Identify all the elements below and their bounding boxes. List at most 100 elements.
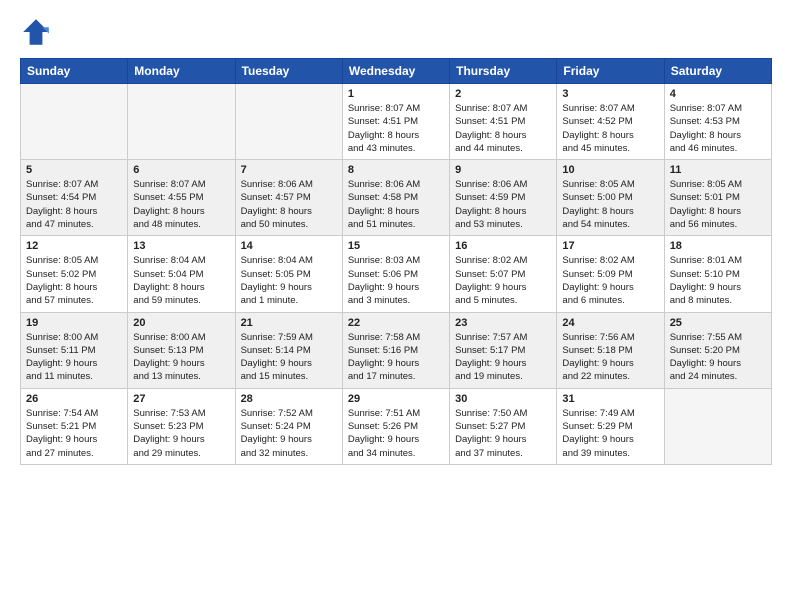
day-info: Sunrise: 8:06 AM Sunset: 4:59 PM Dayligh… xyxy=(455,178,551,231)
week-row-5: 26Sunrise: 7:54 AM Sunset: 5:21 PM Dayli… xyxy=(21,388,772,464)
week-row-4: 19 Sunrise: 8:00 AM Sunset: 5:11 PM Dayli… xyxy=(21,312,772,388)
calendar-cell xyxy=(128,84,235,160)
calendar-cell xyxy=(664,388,771,464)
day-number: 3 xyxy=(562,88,658,100)
day-info: Sunrise: 8:07 AM Sunset: 4:51 PM Dayligh… xyxy=(348,102,444,155)
weekday-header-thursday: Thursday xyxy=(450,59,557,84)
day-number: 10 xyxy=(562,164,658,176)
weekday-header-monday: Monday xyxy=(128,59,235,84)
calendar-cell: 14 Sunrise: 8:04 AM Sunset: 5:05 PM Dayli… xyxy=(235,236,342,312)
calendar-cell: 27Sunrise: 7:53 AM Sunset: 5:23 PM Dayli… xyxy=(128,388,235,464)
calendar-cell: 19 Sunrise: 8:00 AM Sunset: 5:11 PM Dayli… xyxy=(21,312,128,388)
calendar-cell: 15 Sunrise: 8:03 AM Sunset: 5:06 PM Dayli… xyxy=(342,236,449,312)
week-row-2: 5 Sunrise: 8:07 AM Sunset: 4:54 PM Daylig… xyxy=(21,160,772,236)
week-row-1: 1 Sunrise: 8:07 AM Sunset: 4:51 PM Daylig… xyxy=(21,84,772,160)
calendar-cell xyxy=(21,84,128,160)
header xyxy=(20,16,772,48)
day-info: Sunrise: 8:03 AM Sunset: 5:06 PM Dayligh… xyxy=(348,254,444,307)
day-number: 4 xyxy=(670,88,766,100)
day-info: Sunrise: 7:50 AM Sunset: 5:27 PM Dayligh… xyxy=(455,407,551,460)
calendar-cell xyxy=(235,84,342,160)
calendar-cell: 18Sunrise: 8:01 AM Sunset: 5:10 PM Dayli… xyxy=(664,236,771,312)
day-number: 25 xyxy=(670,317,766,329)
calendar-cell: 16 Sunrise: 8:02 AM Sunset: 5:07 PM Dayli… xyxy=(450,236,557,312)
calendar-cell: 21 Sunrise: 7:59 AM Sunset: 5:14 PM Dayli… xyxy=(235,312,342,388)
day-info: Sunrise: 7:56 AM Sunset: 5:18 PM Dayligh… xyxy=(562,331,658,384)
day-number: 22 xyxy=(348,317,444,329)
day-number: 15 xyxy=(348,240,444,252)
calendar-cell: 25 Sunrise: 7:55 AM Sunset: 5:20 PM Dayli… xyxy=(664,312,771,388)
calendar-cell: 22 Sunrise: 7:58 AM Sunset: 5:16 PM Dayli… xyxy=(342,312,449,388)
day-number: 24 xyxy=(562,317,658,329)
day-number: 17 xyxy=(562,240,658,252)
day-info: Sunrise: 8:04 AM Sunset: 5:04 PM Dayligh… xyxy=(133,254,229,307)
day-info: Sunrise: 8:07 AM Sunset: 4:54 PM Dayligh… xyxy=(26,178,122,231)
day-number: 20 xyxy=(133,317,229,329)
day-number: 30 xyxy=(455,393,551,405)
day-number: 13 xyxy=(133,240,229,252)
day-number: 5 xyxy=(26,164,122,176)
day-number: 23 xyxy=(455,317,551,329)
day-number: 21 xyxy=(241,317,337,329)
calendar-cell: 20 Sunrise: 8:00 AM Sunset: 5:13 PM Dayli… xyxy=(128,312,235,388)
day-info: Sunrise: 8:05 AM Sunset: 5:00 PM Dayligh… xyxy=(562,178,658,231)
calendar-cell: 7 Sunrise: 8:06 AM Sunset: 4:57 PM Daylig… xyxy=(235,160,342,236)
day-number: 7 xyxy=(241,164,337,176)
calendar-cell: 30 Sunrise: 7:50 AM Sunset: 5:27 PM Dayli… xyxy=(450,388,557,464)
calendar-cell: 4Sunrise: 8:07 AM Sunset: 4:53 PM Daylig… xyxy=(664,84,771,160)
day-info: Sunrise: 7:52 AM Sunset: 5:24 PM Dayligh… xyxy=(241,407,337,460)
day-number: 12 xyxy=(26,240,122,252)
calendar-cell: 6Sunrise: 8:07 AM Sunset: 4:55 PM Daylig… xyxy=(128,160,235,236)
day-info: Sunrise: 7:59 AM Sunset: 5:14 PM Dayligh… xyxy=(241,331,337,384)
calendar-cell: 5 Sunrise: 8:07 AM Sunset: 4:54 PM Daylig… xyxy=(21,160,128,236)
calendar-cell: 13 Sunrise: 8:04 AM Sunset: 5:04 PM Dayli… xyxy=(128,236,235,312)
page: SundayMondayTuesdayWednesdayThursdayFrid… xyxy=(0,0,792,612)
day-info: Sunrise: 8:06 AM Sunset: 4:57 PM Dayligh… xyxy=(241,178,337,231)
day-number: 14 xyxy=(241,240,337,252)
weekday-header-sunday: Sunday xyxy=(21,59,128,84)
calendar-cell: 31Sunrise: 7:49 AM Sunset: 5:29 PM Dayli… xyxy=(557,388,664,464)
day-number: 28 xyxy=(241,393,337,405)
day-info: Sunrise: 7:57 AM Sunset: 5:17 PM Dayligh… xyxy=(455,331,551,384)
calendar-cell: 1 Sunrise: 8:07 AM Sunset: 4:51 PM Daylig… xyxy=(342,84,449,160)
day-number: 11 xyxy=(670,164,766,176)
weekday-header-row: SundayMondayTuesdayWednesdayThursdayFrid… xyxy=(21,59,772,84)
day-info: Sunrise: 7:55 AM Sunset: 5:20 PM Dayligh… xyxy=(670,331,766,384)
day-info: Sunrise: 7:49 AM Sunset: 5:29 PM Dayligh… xyxy=(562,407,658,460)
day-number: 9 xyxy=(455,164,551,176)
calendar-cell: 23 Sunrise: 7:57 AM Sunset: 5:17 PM Dayli… xyxy=(450,312,557,388)
calendar-cell: 2Sunrise: 8:07 AM Sunset: 4:51 PM Daylig… xyxy=(450,84,557,160)
calendar-cell: 12Sunrise: 8:05 AM Sunset: 5:02 PM Dayli… xyxy=(21,236,128,312)
calendar-cell: 29Sunrise: 7:51 AM Sunset: 5:26 PM Dayli… xyxy=(342,388,449,464)
day-info: Sunrise: 8:00 AM Sunset: 5:11 PM Dayligh… xyxy=(26,331,122,384)
weekday-header-friday: Friday xyxy=(557,59,664,84)
day-info: Sunrise: 8:02 AM Sunset: 5:07 PM Dayligh… xyxy=(455,254,551,307)
day-info: Sunrise: 8:04 AM Sunset: 5:05 PM Dayligh… xyxy=(241,254,337,307)
calendar-cell: 28 Sunrise: 7:52 AM Sunset: 5:24 PM Dayli… xyxy=(235,388,342,464)
week-row-3: 12Sunrise: 8:05 AM Sunset: 5:02 PM Dayli… xyxy=(21,236,772,312)
day-number: 18 xyxy=(670,240,766,252)
day-number: 8 xyxy=(348,164,444,176)
logo-icon xyxy=(20,16,52,48)
day-number: 16 xyxy=(455,240,551,252)
day-info: Sunrise: 8:00 AM Sunset: 5:13 PM Dayligh… xyxy=(133,331,229,384)
day-info: Sunrise: 7:58 AM Sunset: 5:16 PM Dayligh… xyxy=(348,331,444,384)
calendar-cell: 3 Sunrise: 8:07 AM Sunset: 4:52 PM Daylig… xyxy=(557,84,664,160)
day-number: 19 xyxy=(26,317,122,329)
day-info: Sunrise: 7:53 AM Sunset: 5:23 PM Dayligh… xyxy=(133,407,229,460)
day-info: Sunrise: 8:02 AM Sunset: 5:09 PM Dayligh… xyxy=(562,254,658,307)
day-info: Sunrise: 8:06 AM Sunset: 4:58 PM Dayligh… xyxy=(348,178,444,231)
day-info: Sunrise: 7:51 AM Sunset: 5:26 PM Dayligh… xyxy=(348,407,444,460)
day-info: Sunrise: 7:54 AM Sunset: 5:21 PM Dayligh… xyxy=(26,407,122,460)
calendar-cell: 9 Sunrise: 8:06 AM Sunset: 4:59 PM Daylig… xyxy=(450,160,557,236)
day-info: Sunrise: 8:07 AM Sunset: 4:52 PM Dayligh… xyxy=(562,102,658,155)
calendar-cell: 26Sunrise: 7:54 AM Sunset: 5:21 PM Dayli… xyxy=(21,388,128,464)
logo xyxy=(20,16,56,48)
weekday-header-saturday: Saturday xyxy=(664,59,771,84)
day-number: 1 xyxy=(348,88,444,100)
day-number: 6 xyxy=(133,164,229,176)
weekday-header-tuesday: Tuesday xyxy=(235,59,342,84)
day-info: Sunrise: 8:05 AM Sunset: 5:01 PM Dayligh… xyxy=(670,178,766,231)
calendar-cell: 10 Sunrise: 8:05 AM Sunset: 5:00 PM Dayli… xyxy=(557,160,664,236)
calendar: SundayMondayTuesdayWednesdayThursdayFrid… xyxy=(20,58,772,465)
